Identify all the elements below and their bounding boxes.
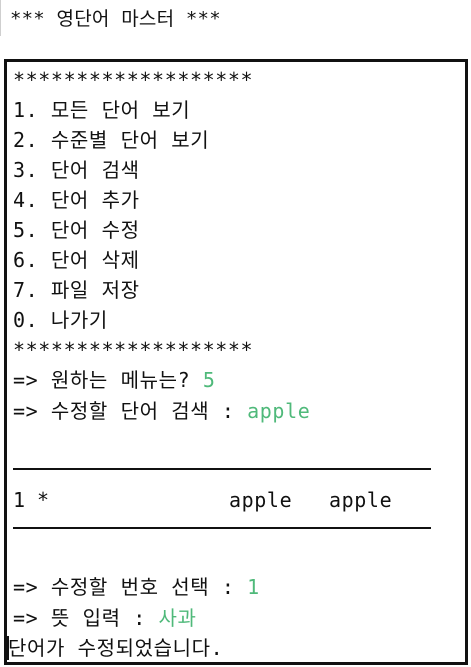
table-divider-bottom <box>13 527 431 529</box>
menu-item-view-all: 1. 모든 단어 보기 <box>13 98 191 122</box>
search-prompt-line: => 수정할 단어 검색 : apple <box>13 397 310 425</box>
select-prompt-label: => 수정할 번호 선택 : <box>13 575 248 599</box>
menu-item-view-by-level: 2. 수준별 단어 보기 <box>13 128 210 152</box>
meaning-prompt-line: => 뜻 입력 : 사과 <box>13 604 197 632</box>
select-number-input[interactable]: 1 <box>247 575 260 599</box>
menu-item-search: 3. 단어 검색 <box>13 158 140 182</box>
table-divider-top <box>13 468 431 470</box>
console-window[interactable]: ******************* 1. 모든 단어 보기 2. 수준별 단… <box>4 59 468 665</box>
menu-prompt-label: => 원하는 메뉴는? <box>13 368 203 392</box>
menu-prompt-line: => 원하는 메뉴는? 5 <box>13 366 216 394</box>
result-message: 단어가 수정되었습니다. <box>8 636 224 660</box>
meaning-input[interactable]: 사과 <box>159 606 197 630</box>
menu-item-exit: 0. 나가기 <box>13 308 108 332</box>
menu-border-bottom: ******************* <box>13 338 254 362</box>
search-word-input[interactable]: apple <box>247 399 310 423</box>
row-word: apple <box>229 488 293 512</box>
menu-item-save-file: 7. 파일 저장 <box>13 278 140 302</box>
select-prompt-line: => 수정할 번호 선택 : 1 <box>13 573 260 601</box>
menu-item-add: 4. 단어 추가 <box>13 188 140 212</box>
app-title: *** 영단어 마스터 *** <box>10 8 221 30</box>
search-prompt-label: => 수정할 단어 검색 : <box>13 399 248 423</box>
meaning-prompt-label: => 뜻 입력 : <box>13 606 159 630</box>
row-meaning: apple <box>329 488 393 512</box>
menu-border-top: ******************* <box>13 68 254 92</box>
title-bar: *** 영단어 마스터 *** <box>0 0 471 36</box>
menu-choice-input[interactable]: 5 <box>203 368 216 392</box>
row-number: 1 <box>13 488 26 512</box>
menu-item-delete: 6. 단어 삭제 <box>13 248 140 272</box>
text-cursor <box>7 636 9 660</box>
menu-item-edit: 5. 단어 수정 <box>13 218 140 242</box>
row-level: * <box>37 488 50 512</box>
